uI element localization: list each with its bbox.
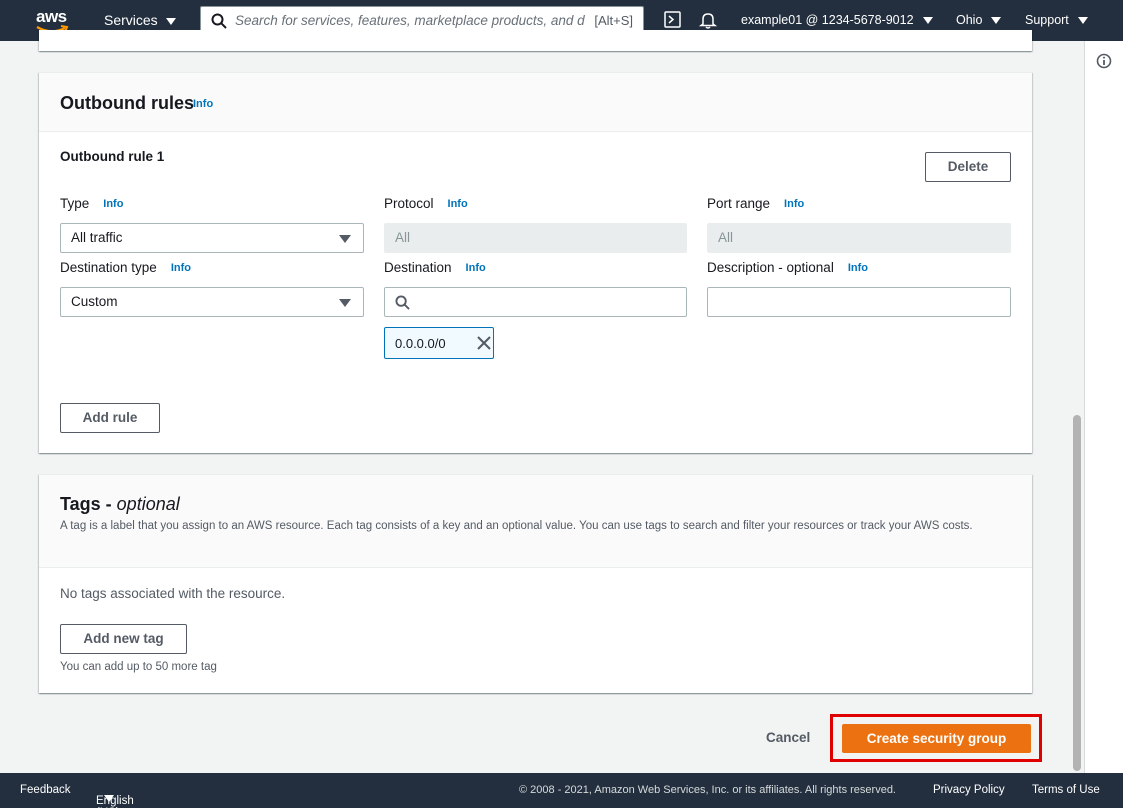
- info-link[interactable]: Info: [171, 262, 191, 274]
- outbound-rules-header: Outbound rules Info: [39, 73, 1032, 132]
- tags-header: Tags - optional A tag is a label that yo…: [39, 475, 1032, 568]
- tags-title-prefix: Tags -: [60, 494, 117, 514]
- cloudshell-icon[interactable]: [664, 11, 681, 28]
- type-label: Type Info: [60, 196, 123, 211]
- language-label: English (US): [96, 795, 134, 808]
- search-icon: [395, 295, 410, 310]
- copyright-text: © 2008 - 2021, Amazon Web Services, Inc.…: [519, 784, 896, 796]
- add-new-tag-button[interactable]: Add new tag: [60, 624, 187, 654]
- port-range-label-text: Port range: [707, 196, 771, 211]
- close-icon[interactable]: [477, 336, 491, 350]
- type-select[interactable]: All traffic: [60, 223, 364, 253]
- support-menu[interactable]: Support: [1025, 13, 1088, 27]
- info-link[interactable]: Info: [103, 198, 123, 210]
- bell-icon[interactable]: [699, 11, 717, 29]
- delete-button[interactable]: Delete: [925, 152, 1011, 182]
- destination-label-text: Destination: [384, 260, 452, 275]
- create-security-group-button[interactable]: Create security group: [842, 724, 1031, 753]
- footer: Feedback English (US) © 2008 - 2021, Ama…: [0, 773, 1123, 808]
- protocol-label: Protocol Info: [384, 196, 468, 211]
- outbound-rules-panel: Outbound rules Info Outbound rule 1 Dele…: [39, 72, 1032, 453]
- search-input[interactable]: [235, 10, 585, 30]
- port-range-field: All: [707, 223, 1011, 253]
- destination-type-label: Destination type Info: [60, 260, 191, 275]
- destination-input[interactable]: [384, 287, 687, 317]
- destination-token: 0.0.0.0/0: [384, 327, 494, 359]
- description-input[interactable]: [707, 287, 1011, 317]
- section-title: Outbound rules: [60, 93, 194, 113]
- region-menu[interactable]: Ohio: [956, 13, 1002, 27]
- protocol-field: All: [384, 223, 687, 253]
- chevron-down-icon: [991, 17, 1002, 25]
- info-link[interactable]: Info: [448, 198, 468, 210]
- account-menu[interactable]: example01 @ 1234-5678-9012: [741, 13, 933, 27]
- type-select-value: All traffic: [71, 230, 123, 245]
- destination-label: Destination Info: [384, 260, 486, 275]
- tags-title: Tags - optional: [60, 494, 180, 515]
- description-label-text: Description - optional: [707, 260, 834, 275]
- search-icon: [211, 13, 227, 29]
- chevron-down-icon: [1077, 17, 1088, 25]
- info-link[interactable]: Info: [784, 198, 804, 210]
- help-panel-rail: [1084, 41, 1123, 773]
- destination-type-select[interactable]: Custom: [60, 287, 364, 317]
- rule-title: Outbound rule 1: [60, 149, 165, 164]
- tags-limit-text: You can add up to 50 more tag: [60, 661, 217, 673]
- chevron-down-icon: [922, 17, 933, 25]
- type-label-text: Type: [60, 196, 90, 211]
- chevron-down-icon: [104, 795, 114, 802]
- info-link[interactable]: Info: [193, 98, 213, 110]
- info-link[interactable]: Info: [466, 262, 486, 274]
- port-range-value: All: [718, 230, 734, 245]
- info-circle-icon[interactable]: [1096, 53, 1112, 69]
- tags-panel: Tags - optional A tag is a label that yo…: [39, 474, 1032, 693]
- protocol-value: All: [395, 230, 411, 245]
- caret-down-icon: [339, 299, 351, 307]
- info-link[interactable]: Info: [848, 262, 868, 274]
- port-range-label: Port range Info: [707, 196, 804, 211]
- add-rule-button[interactable]: Add rule: [60, 403, 160, 433]
- aws-logo-text: aws: [36, 7, 67, 26]
- scrollbar-thumb[interactable]: [1073, 415, 1081, 771]
- protocol-label-text: Protocol: [384, 196, 434, 211]
- previous-section-panel: [39, 30, 1032, 51]
- search-shortcut-hint: [Alt+S]: [594, 13, 633, 28]
- destination-token-text: 0.0.0.0/0: [395, 336, 446, 351]
- services-label: Services: [104, 12, 158, 28]
- description-label: Description - optional Info: [707, 260, 868, 275]
- services-menu[interactable]: Services: [104, 12, 176, 28]
- destination-type-value: Custom: [71, 294, 118, 309]
- account-label: example01 @ 1234-5678-9012: [741, 13, 914, 27]
- chevron-down-icon: [165, 17, 176, 25]
- region-label: Ohio: [956, 13, 983, 27]
- cancel-button[interactable]: Cancel: [766, 730, 810, 745]
- privacy-policy-link[interactable]: Privacy Policy: [933, 784, 1005, 796]
- support-label: Support: [1025, 13, 1069, 27]
- caret-down-icon: [339, 235, 351, 243]
- tags-description: A tag is a label that you assign to an A…: [60, 520, 973, 532]
- tags-title-suffix: optional: [116, 494, 180, 514]
- destination-type-label-text: Destination type: [60, 260, 157, 275]
- tags-empty-text: No tags associated with the resource.: [60, 586, 286, 601]
- feedback-link[interactable]: Feedback: [20, 784, 71, 796]
- terms-of-use-link[interactable]: Terms of Use: [1032, 784, 1100, 796]
